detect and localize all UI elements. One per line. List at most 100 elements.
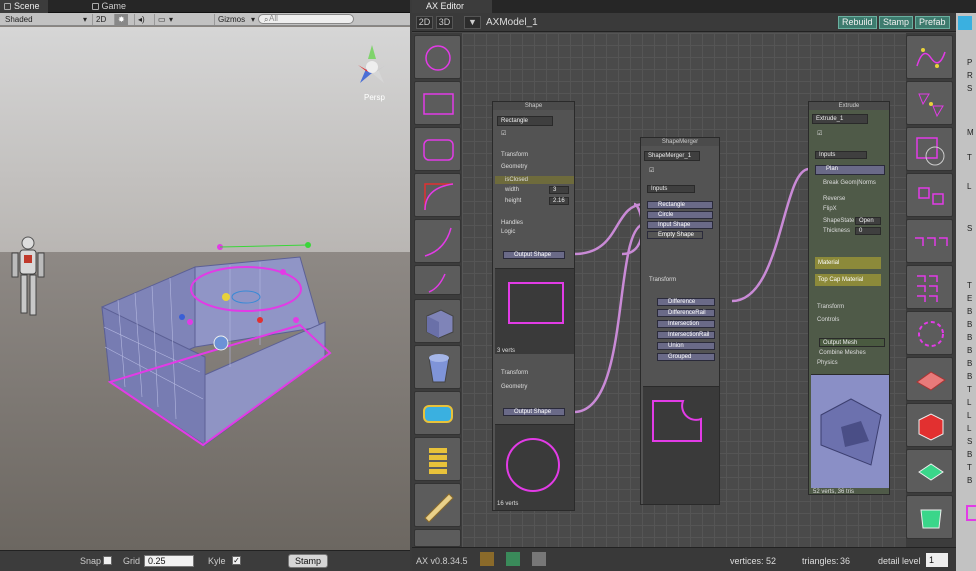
thickness-label: Thickness [823,228,851,234]
shape-merger-icon[interactable] [906,127,953,171]
extrude-mesh-icon[interactable] [906,495,953,539]
extrude-transform-label[interactable]: Transform [817,304,844,310]
cube-mesh-icon[interactable] [414,299,461,343]
stacked-floors-icon[interactable] [414,437,461,481]
arc-shape-icon[interactable] [414,219,461,263]
merger-input-shape[interactable]: Input Shape [647,221,713,229]
gizmos-dropdown[interactable]: Gizmos [214,14,248,25]
scene-search-input[interactable]: All [258,14,354,24]
material-swatch[interactable] [966,505,976,521]
height-field[interactable]: 2.16 [549,197,569,205]
tab-ax-editor[interactable]: AX Editor [412,0,492,13]
stamp-button[interactable]: Stamp [879,16,914,29]
merger-empty-shape[interactable]: Empty Shape [647,231,703,239]
radial-repeater-icon[interactable] [906,311,953,355]
merger-transform-label[interactable]: Transform [649,277,676,283]
op-difference-rail[interactable]: DifferenceRail [657,309,715,317]
reverse-checkbox[interactable]: Reverse [823,196,845,202]
shape-name-field[interactable]: Rectangle [497,116,553,126]
shape-state-dropdown[interactable]: Open [855,217,881,225]
fillet-shape-icon[interactable] [414,173,461,217]
extrude-plan-input[interactable]: Plan [815,165,885,175]
door-icon[interactable] [506,552,520,566]
merger-enable-checkbox[interactable]: ☑ [649,167,654,174]
shape-geometry-2[interactable]: Geometry [501,384,527,390]
output-mesh[interactable]: Output Mesh [819,338,885,347]
kyle-checkbox[interactable]: ✓ [232,556,241,565]
inspector-row-0: P [967,58,973,67]
extrude-enable-checkbox[interactable]: ☑ [817,130,822,137]
triangles-value: 36 [840,556,851,566]
width-field[interactable]: 3 [549,186,569,194]
transform-handle-icon[interactable] [213,335,229,351]
model-dropdown-icon[interactable]: ▼ [464,16,481,29]
extrude-controls-label[interactable]: Controls [817,317,839,323]
shape-node[interactable]: Shape Rectangle ☑ Transform Geometry isC… [492,101,575,511]
node-graph-canvas[interactable]: Shape Rectangle ☑ Transform Geometry isC… [462,33,906,547]
op-intersection[interactable]: Intersection [657,320,715,328]
op-intersection-rail[interactable]: IntersectionRail [657,331,715,339]
extrude-name-field[interactable]: Extrude_1 [812,114,868,124]
lathe-mesh-icon[interactable] [906,449,953,493]
snap-checkbox[interactable] [103,556,112,565]
shape-enable-checkbox[interactable]: ☑ [501,130,506,137]
rectangle-preview [495,268,574,354]
shading-mode-dropdown[interactable]: Shaded [2,14,36,25]
logic-label[interactable]: Logic [501,229,515,235]
rounded-rect-shape-icon[interactable] [414,127,461,171]
detail-level-input[interactable]: 1 [926,553,948,567]
shape-geometry-label[interactable]: Geometry [501,164,527,170]
physics-label[interactable]: Physics [817,360,838,366]
grid-input[interactable]: 0.25 [144,555,194,567]
op-grouped[interactable]: Grouped [657,353,715,361]
cylinder-mesh-icon[interactable] [414,345,461,389]
persp-label[interactable]: Persp [364,93,385,102]
plane-mesh-icon[interactable] [906,357,953,401]
merger-input-rectangle[interactable]: Rectangle [647,201,713,209]
combine-meshes-label[interactable]: Combine Meshes [819,350,866,356]
output-shape-2[interactable]: Output Shape [503,408,565,416]
view-2d-button[interactable]: 2D [416,16,433,29]
top-cap-material-slot[interactable]: Top Cap Material [815,274,881,286]
more-library-icon[interactable] [414,529,461,547]
extrude-node[interactable]: Extrude Extrude_1 ☑ Inputs Plan Break Ge… [808,101,890,495]
flipx-checkbox[interactable]: FlipX [823,206,837,212]
shape-transform-label[interactable]: Transform [501,152,528,158]
thickness-field[interactable]: 0 [855,227,881,235]
shape-transform-2[interactable]: Transform [501,370,528,376]
merger-inputs-label[interactable]: Inputs [647,185,695,193]
view-3d-button[interactable]: 3D [436,16,453,29]
lighting-icon[interactable]: ✸ [114,14,128,25]
scene-viewport[interactable] [0,27,410,550]
shape-merger-node[interactable]: ShapeMerger ShapeMerger_1 ☑ Inputs Recta… [640,137,720,505]
curve-shape-icon[interactable] [414,265,461,295]
grid-repeater-icon[interactable] [906,265,953,309]
material-slot[interactable]: Material [815,257,881,269]
brick-icon[interactable] [480,552,494,566]
tab-scene[interactable]: Scene [0,0,48,13]
audio-icon[interactable]: ◂) [134,14,148,25]
shape-distributor-icon[interactable] [906,81,953,125]
offset-icon[interactable] [906,173,953,217]
merger-name-field[interactable]: ShapeMerger_1 [644,151,700,161]
rectangle-shape-icon[interactable] [414,81,461,125]
stairs-icon[interactable] [414,483,461,527]
output-shape-1[interactable]: Output Shape [503,251,565,259]
spline-icon[interactable] [906,35,953,79]
toggle-2d-button[interactable]: 2D [92,14,109,25]
rebuild-button[interactable]: Rebuild [838,16,877,29]
scene-stamp-button[interactable]: Stamp [288,554,328,568]
orientation-gizmo[interactable] [358,45,386,83]
op-union[interactable]: Union [657,342,715,350]
handles-label[interactable]: Handles [501,220,523,226]
merger-input-circle[interactable]: Circle [647,211,713,219]
extrude-inputs-label[interactable]: Inputs [815,151,867,159]
rounded-slab-icon[interactable] [414,391,461,435]
prefab-button[interactable]: Prefab [915,16,950,29]
box-mesh-icon[interactable] [906,403,953,447]
grid-icon[interactable] [532,552,546,566]
circle-shape-icon[interactable] [414,35,461,79]
repeater-icon[interactable] [906,219,953,263]
tab-game[interactable]: Game [88,0,135,13]
op-difference[interactable]: Difference [657,298,715,306]
